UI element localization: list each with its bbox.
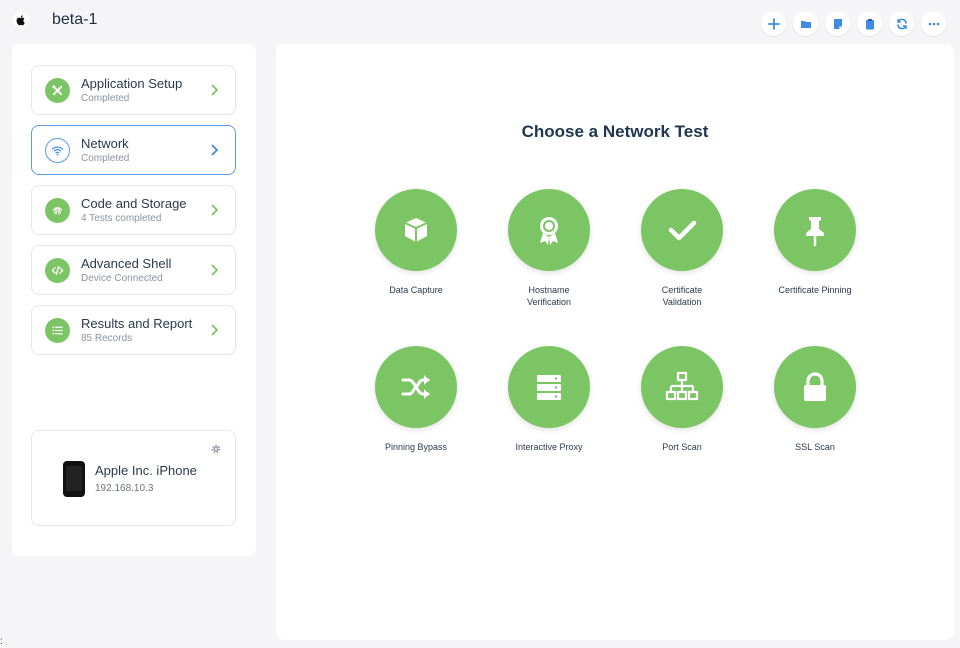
folder-icon [800,20,811,28]
test-interactive-proxy[interactable]: Interactive Proxy [489,346,609,453]
list-icon [45,318,70,343]
step-title: Code and Storage [81,196,187,211]
check-icon [641,189,723,271]
award-icon [508,189,590,271]
device-card: Apple Inc. iPhone 192.168.10.3 [31,430,236,526]
test-pinning-bypass[interactable]: Pinning Bypass [356,346,476,453]
test-certificate-pinning[interactable]: Certificate Pinning [755,189,875,296]
lock-icon [774,346,856,428]
clipboard-icon [865,18,874,29]
test-ssl-scan[interactable]: SSL Scan [755,346,875,453]
refresh-button[interactable] [889,11,914,36]
test-label: Hostname Verification [526,285,572,307]
step-title: Application Setup [81,76,183,91]
step-status: Device Connected [81,273,163,284]
refresh-icon [896,18,907,29]
device-ip: 192.168.10.3 [95,483,154,494]
shuffle-icon [375,346,457,428]
chevron-right-icon [211,84,219,96]
sidebar-step-code-and-storage[interactable]: Code and Storage 4 Tests completed [31,185,236,235]
chevron-right-icon [211,264,219,276]
step-status: Completed [81,93,130,104]
gear-icon[interactable] [210,443,222,455]
sidebar-step-advanced-shell[interactable]: Advanced Shell Device Connected [31,245,236,295]
chevron-right-icon [211,324,219,336]
wifi-icon [45,138,70,163]
step-status: 4 Tests completed [81,213,162,224]
server-icon [508,346,590,428]
main-panel: Choose a Network Test Data Capture Hostn… [276,44,954,640]
test-certificate-validation[interactable]: Certificate Validation [622,189,742,308]
step-status: Completed [81,153,130,164]
sidebar-step-network[interactable]: Network Completed [31,125,236,175]
sidebar-step-results-and-report[interactable]: Results and Report 85 Records [31,305,236,355]
step-title: Advanced Shell [81,256,172,271]
step-title: Results and Report [81,316,193,331]
notes-button[interactable] [825,11,850,36]
chevron-right-icon [211,144,219,156]
pin-icon [774,189,856,271]
test-label: Interactive Proxy [515,442,583,452]
code-icon [45,258,70,283]
test-hostname-verification[interactable]: Hostname Verification [489,189,609,308]
open-folder-button[interactable] [793,11,818,36]
test-label: Pinning Bypass [384,442,448,452]
test-label: SSL Scan [795,442,835,452]
step-status: 85 Records [81,333,133,344]
corner-mark: : [0,636,3,647]
test-port-scan[interactable]: Port Scan [622,346,742,453]
test-label: Certificate Validation [661,285,703,307]
test-label: Port Scan [662,442,702,452]
fingerprint-icon [45,198,70,223]
add-button[interactable] [761,11,786,36]
test-label: Certificate Pinning [778,285,852,295]
sidebar-step-application-setup[interactable]: Application Setup Completed [31,65,236,115]
toolbar [761,11,946,36]
note-icon [833,18,842,29]
step-title: Network [81,136,129,151]
tools-icon [45,78,70,103]
more-button[interactable] [921,11,946,36]
phone-icon [63,461,85,497]
chevron-right-icon [211,204,219,216]
more-icon [928,22,939,25]
network-icon [641,346,723,428]
apple-logo-icon [12,11,30,29]
app-header: beta-1 [0,0,960,42]
test-label: Data Capture [389,285,443,295]
page-title: Choose a Network Test [521,122,709,141]
box-icon [375,189,457,271]
device-name: Apple Inc. iPhone [95,463,197,478]
clipboard-button[interactable] [857,11,882,36]
plus-icon [767,17,780,30]
test-data-capture[interactable]: Data Capture [356,189,476,296]
sidebar: Application Setup Completed Network Comp… [12,44,256,556]
app-title: beta-1 [52,11,98,28]
